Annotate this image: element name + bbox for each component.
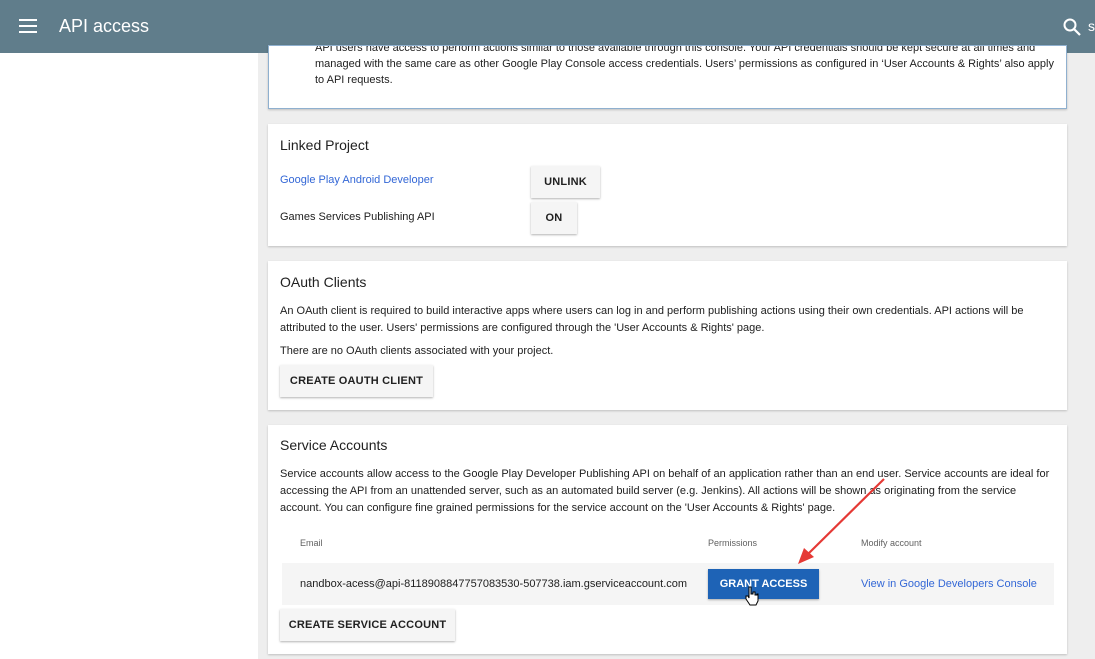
api-intro-text: API users have access to perform actions… xyxy=(315,46,1054,86)
pointer-cursor-icon xyxy=(745,586,759,606)
column-header-permissions: Permissions xyxy=(708,538,758,548)
linked-project-card: Linked Project Google Play Android Devel… xyxy=(268,124,1067,246)
column-header-email: Email xyxy=(300,538,323,548)
annotation-arrow-icon xyxy=(798,478,885,564)
sidebar xyxy=(0,53,258,659)
menu-icon[interactable] xyxy=(19,19,37,33)
api-intro-card: API users have access to perform actions… xyxy=(268,45,1067,109)
search-label-partial: s xyxy=(1088,18,1095,34)
view-in-developers-console-link[interactable]: View in Google Developers Console xyxy=(861,576,1037,593)
oauth-clients-card: OAuth Clients An OAuth client is require… xyxy=(268,261,1067,410)
games-services-label: Games Services Publishing API xyxy=(280,211,435,223)
service-accounts-description: Service accounts allow access to the Goo… xyxy=(280,468,1050,514)
oauth-description: An OAuth client is required to build int… xyxy=(280,305,1024,334)
create-service-account-button[interactable]: CREATE SERVICE ACCOUNT xyxy=(280,609,455,641)
oauth-clients-title: OAuth Clients xyxy=(280,274,367,290)
grant-access-button[interactable]: GRANT ACCESS xyxy=(708,569,819,599)
page-title: API access xyxy=(59,16,150,36)
create-oauth-client-button[interactable]: CREATE OAUTH CLIENT xyxy=(280,365,433,397)
games-services-on-button[interactable]: ON xyxy=(531,202,577,234)
service-account-email: nandbox-acess@api-8118908847757083530-50… xyxy=(300,578,688,590)
search-icon[interactable] xyxy=(1062,17,1082,37)
oauth-empty-text: There are no OAuth clients associated wi… xyxy=(280,345,554,357)
service-accounts-card: Service Accounts Service accounts allow … xyxy=(268,425,1067,654)
linked-project-title: Linked Project xyxy=(280,137,369,153)
unlink-button[interactable]: UNLINK xyxy=(531,166,600,198)
linked-project-link[interactable]: Google Play Android Developer xyxy=(280,172,433,189)
service-accounts-title: Service Accounts xyxy=(280,437,388,453)
